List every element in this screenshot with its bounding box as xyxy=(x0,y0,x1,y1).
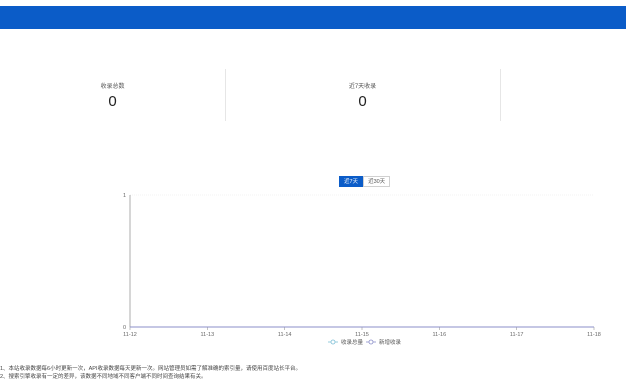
x-tick-label: 11-13 xyxy=(200,332,214,338)
note-line-2: 2、搜索引擎收录有一定的差异，该数据不同地域不同客户端不同时间查询结果有关。 xyxy=(0,374,207,380)
legend-label: 收录总量 xyxy=(341,338,364,346)
x-tick-label: 11-17 xyxy=(510,332,524,338)
index-trend-chart: 0 1 11-12 11-13 11-14 11-15 11-16 11-17 11-18 收录总… xyxy=(123,193,601,346)
notes: 1、本站收录数据每6小时更新一次，API收录数据每天更新一次。网站管理员如需了解… xyxy=(0,365,301,381)
y-tick-label: 0 xyxy=(123,325,126,331)
x-tick-label: 11-16 xyxy=(432,332,446,338)
legend-label: 新增收录 xyxy=(379,338,402,346)
legend-swatch-marker xyxy=(330,339,336,345)
x-tick-label: 11-15 xyxy=(355,332,369,338)
x-tick-label: 11-14 xyxy=(278,332,292,338)
x-tick-label: 11-12 xyxy=(123,332,137,338)
y-tick-label: 1 xyxy=(123,193,126,199)
note-line-1: 1、本站收录数据每6小时更新一次，API收录数据每天更新一次。网站管理员如需了解… xyxy=(0,366,301,372)
x-tick-label: 11-18 xyxy=(587,332,601,338)
legend-swatch-marker xyxy=(368,339,374,345)
